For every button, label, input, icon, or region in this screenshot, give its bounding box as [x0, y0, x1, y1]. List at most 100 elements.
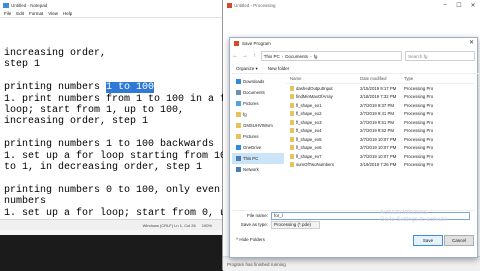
file-type-cell: Processing Pro: [404, 162, 434, 168]
text-line: 1. set up a for loop; start from 0, up: [4, 207, 233, 219]
chevron-right-icon: ›: [310, 53, 312, 59]
file-icon: [290, 85, 294, 91]
column-date[interactable]: Date modified: [360, 76, 404, 81]
nav-item-label: fg: [243, 112, 247, 117]
search-input[interactable]: Search fg: [405, 51, 476, 61]
text-line: [4, 173, 218, 184]
menu-item[interactable]: View: [48, 11, 58, 16]
file-name-cell: fl_shape_ex5: [286, 136, 360, 142]
text-line: loop; start from 1, up to 100,: [4, 105, 185, 117]
close-icon[interactable]: ✕: [466, 0, 480, 10]
up-arrow-icon[interactable]: ↑: [251, 53, 258, 60]
file-row[interactable]: findMinMaxOfArray 2/18/2019 7:32 PM Proces…: [286, 93, 474, 102]
file-name-text: fl_shape_ex7: [296, 153, 322, 159]
minimize-icon[interactable]: –: [438, 0, 452, 10]
file-name-text: dashedOutputInput: [296, 85, 333, 91]
organize-button[interactable]: Organize ▾: [236, 66, 258, 72]
dialog-close-icon[interactable]: ✕: [469, 39, 474, 46]
text-line: [4, 128, 218, 139]
save-type-select[interactable]: Processing (*.pde): [271, 220, 320, 229]
cancel-button[interactable]: Cancel: [444, 235, 474, 246]
dialog-toolbar: Organize ▾ New folder: [232, 64, 479, 74]
file-name-label: File name:: [246, 213, 268, 218]
file-row[interactable]: fl_shape_ex6 2/7/2019 10:07 PM Processing …: [286, 144, 474, 153]
file-row[interactable]: sumOfTwoNumbers 2/19/2019 7:26 PM Processi…: [286, 161, 474, 170]
nav-item-label: Pictures: [243, 101, 259, 106]
file-row[interactable]: dashedOutputInput 2/15/2019 9:17 PM Proces…: [286, 84, 474, 93]
file-name-text: fl_shape_ex4: [296, 128, 322, 134]
file-date-cell: 2/19/2019 7:26 PM: [360, 162, 397, 168]
save-button[interactable]: Save: [413, 235, 443, 246]
nav-item[interactable]: fg: [232, 109, 284, 120]
new-folder-button[interactable]: New folder: [268, 66, 290, 71]
maximize-icon[interactable]: ☐: [452, 0, 466, 10]
menu-item[interactable]: File: [4, 11, 11, 16]
menu-item[interactable]: Edit: [16, 11, 24, 16]
navigation-pane: Downloads Documents Pictures fg GMSUHVIWvm Pi…: [232, 76, 284, 208]
address-bar[interactable]: This PC › Documents › fg: [260, 51, 403, 61]
text-line: printing numbers 0 to 100, only even: [4, 184, 221, 196]
hide-folders-toggle[interactable]: ^ Hide Folders: [236, 237, 265, 242]
file-type-cell: Processing Pro: [404, 136, 434, 142]
nav-item[interactable]: This PC: [232, 153, 284, 164]
file-type-cell: Processing Pro: [404, 85, 434, 91]
notepad-title-bar: Untitled - Notepad: [0, 0, 222, 10]
file-row[interactable]: fl_shape_ex1 2/7/2019 9:37 PM Processing P…: [286, 101, 474, 110]
address-segment[interactable]: This PC: [264, 54, 280, 59]
address-segment[interactable]: fg: [314, 54, 318, 59]
menu-item[interactable]: Help: [63, 11, 72, 16]
watermark-line: Activate Windows: [380, 210, 428, 216]
column-type[interactable]: Type: [404, 76, 464, 81]
file-row[interactable]: fl_shape_ex3 2/7/2019 9:51 PM Processing P…: [286, 118, 474, 127]
nav-item[interactable]: GMSUHVIWvm: [232, 120, 284, 131]
text-line: 1. print numbers from 1 to 100 in a for: [4, 93, 239, 105]
menu-item[interactable]: Format: [29, 11, 43, 16]
folder-icon: [236, 101, 241, 106]
save-type-label: Save as type:: [240, 222, 268, 227]
notepad-text-area[interactable]: increasing order, step 1 printing numbers…: [4, 48, 239, 219]
file-name-cell: fl_shape_ex2: [286, 111, 360, 117]
file-date-cell: 2/7/2019 10:07 PM: [360, 153, 397, 159]
processing-icon: [234, 40, 239, 46]
file-type-cell: Processing Pro: [404, 128, 434, 134]
file-icon: [290, 153, 294, 159]
back-arrow-icon[interactable]: ←: [232, 53, 239, 60]
nav-item[interactable]: Documents: [232, 87, 284, 98]
folder-icon: [236, 167, 241, 172]
nav-item[interactable]: Pictures: [232, 98, 284, 109]
nav-item[interactable]: Network: [232, 164, 284, 175]
nav-item-label: GMSUHVIWvm: [243, 123, 273, 128]
file-date-cell: 2/7/2019 10:07 PM: [360, 136, 397, 142]
nav-item[interactable]: OneDrive: [232, 142, 284, 153]
file-name-text: fl_shape_ex5: [296, 136, 322, 142]
file-date-cell: 2/7/2019 9:41 PM: [360, 111, 394, 117]
file-name-cell: sumOfTwoNumbers: [286, 162, 360, 168]
file-type-cell: Processing Pro: [404, 94, 434, 100]
file-type-cell: Processing Pro: [404, 102, 434, 108]
selected-text: 1 to 100: [106, 82, 155, 94]
text-line: increasing order, step 1: [4, 116, 149, 128]
file-row[interactable]: fl_shape_ex2 2/7/2019 9:41 PM Processing P…: [286, 110, 474, 119]
folder-icon: [236, 112, 241, 117]
file-row[interactable]: fl_shape_ex7 2/7/2019 10:07 PM Processing …: [286, 152, 474, 161]
address-segment[interactable]: Documents: [285, 54, 308, 59]
notepad-status-bar: Windows (CRLF) Ln 1, Col 26 100%: [0, 219, 222, 230]
nav-item-label: Documents: [243, 90, 265, 95]
text-line: [4, 71, 218, 82]
text-line: printing numbers 1 to 100 backwards: [4, 139, 215, 151]
file-row[interactable]: fl_shape_ex5 2/7/2019 10:07 PM Processing …: [286, 135, 474, 144]
watermark-line: Go to Settings to activate: [380, 217, 448, 223]
nav-item-label: Downloads: [243, 79, 265, 84]
status-zoom: 100%: [201, 222, 212, 228]
column-name[interactable]: Name: [286, 76, 360, 81]
folder-icon: [236, 156, 241, 161]
file-date-cell: 2/7/2019 9:37 PM: [360, 102, 394, 108]
processing-icon: [227, 2, 232, 8]
dialog-title-bar: Save Program: [230, 38, 477, 48]
file-icon: [290, 128, 294, 134]
forward-arrow-icon[interactable]: →: [242, 53, 249, 60]
nav-item[interactable]: Pictures: [232, 131, 284, 142]
file-row[interactable]: fl_shape_ex4 2/7/2019 9:52 PM Processing P…: [286, 127, 474, 136]
nav-item[interactable]: Downloads: [232, 76, 284, 87]
file-date-cell: 2/7/2019 9:52 PM: [360, 128, 394, 134]
